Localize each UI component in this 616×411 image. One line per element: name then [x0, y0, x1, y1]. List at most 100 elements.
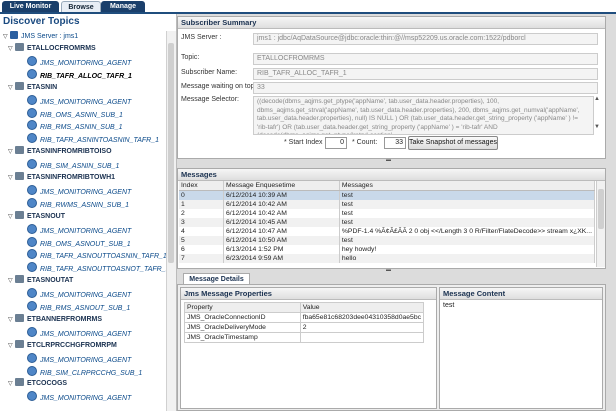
jms-properties-title: Jms Message Properties: [181, 288, 436, 300]
table-cell: test: [339, 190, 596, 200]
count-input[interactable]: 33: [384, 137, 406, 149]
table-row[interactable]: JMS_OracleTimestamp: [184, 332, 425, 343]
collapse-toggle-icon[interactable]: ▽: [8, 314, 15, 326]
tree-topic-node[interactable]: ▽ ETASNOUT: [8, 210, 65, 223]
tree-node-label: JMS_MONITORING_AGENT: [40, 59, 132, 67]
waiting-count-field[interactable]: 33: [253, 82, 598, 94]
scroll-up-icon[interactable]: ▲: [594, 96, 600, 102]
tree-subscriber-node[interactable]: JMS_MONITORING_AGENT: [20, 326, 131, 339]
tree-subscriber-node[interactable]: JMS_MONITORING_AGENT: [20, 184, 131, 197]
table-cell: 6: [179, 245, 225, 254]
subscriber-icon: [27, 365, 37, 376]
collapse-toggle-icon[interactable]: ▽: [8, 211, 15, 223]
collapse-toggle-icon[interactable]: ▽: [8, 146, 15, 158]
tree-topic-node[interactable]: ▽ ETASNIN: [8, 81, 57, 94]
tree-subscriber-node[interactable]: JMS_MONITORING_AGENT: [20, 391, 131, 403]
tree-topic-node[interactable]: ▽ ETASNOUTAT: [8, 275, 73, 287]
table-row[interactable]: 2 6/12/2014 10:42 AM test: [179, 209, 596, 218]
collapse-toggle-icon[interactable]: ▽: [8, 275, 15, 287]
discover-topics-panel: Discover Topics ▽ JMS Server : jms1 ▽ ETAL…: [0, 14, 177, 411]
subscriber-summary-title: Subscriber Summary: [178, 17, 605, 29]
tree-subscriber-node[interactable]: RIB_OMS_ASNIN_SUB_1: [20, 107, 123, 120]
table-row[interactable]: JMS_OracleConnectionID fba65e81c68203dee0…: [184, 312, 425, 323]
tree-subscriber-node[interactable]: JMS_MONITORING_AGENT: [20, 55, 132, 68]
column-header[interactable]: Index: [179, 181, 225, 191]
jms-server-field[interactable]: jms1 : jdbc/AqDataSource@jdbc:oracle:thi…: [253, 33, 598, 45]
tree-subscriber-node[interactable]: RIB_RMS_ASNOUT_SUB_1: [20, 301, 130, 313]
tree-subscriber-node[interactable]: JMS_MONITORING_AGENT: [20, 223, 131, 236]
column-header[interactable]: Message Enquesetime: [223, 181, 340, 191]
tree-node-label: ETCLRPRCCHGFROMRPM: [27, 341, 117, 349]
start-index-input[interactable]: 0: [325, 137, 347, 149]
tree-node-label: ETCOCOGS: [27, 380, 68, 388]
tree-topic-node[interactable]: ▽ ETCOCOGS: [8, 378, 67, 390]
table-cell: JMS_OracleTimestamp: [184, 332, 301, 343]
topic-icon: [15, 275, 24, 284]
tree-subscriber-node[interactable]: RIB_RMS_ASNIN_SUB_1: [20, 120, 122, 132]
tree-subscriber-node[interactable]: RIB_RWMS_ASNIN_SUB_1: [20, 197, 129, 210]
tree-topic-node[interactable]: ▽ ETASNINFROMRIBTOISO: [8, 146, 112, 158]
tab-live-monitor[interactable]: Live Monitor: [2, 1, 59, 12]
table-cell: fba65e81c68203dee04310358d0ae5bc: [299, 312, 425, 323]
tree-node-label: RIB_SIM_ASNIN_SUB_1: [40, 163, 120, 171]
topic-icon: [15, 81, 24, 90]
collapse-toggle-icon[interactable]: ▽: [8, 378, 15, 390]
tree-subscriber-node[interactable]: JMS_MONITORING_AGENT: [20, 288, 131, 300]
table-row[interactable]: 4 6/12/2014 10:47 AM %PDF-1.4 %Ã¢Ã£ÃÃ 2 0 …: [179, 227, 596, 236]
collapse-toggle-icon[interactable]: ▽: [8, 340, 15, 352]
top-tab-bar: Live Monitor Browse Manage: [0, 0, 616, 13]
table-row[interactable]: 6 6/13/2014 1:52 PM hey howdy!: [179, 245, 596, 254]
topic-field[interactable]: ETALLOCFROMRMS: [253, 53, 598, 65]
tree-topic-node[interactable]: ▽ ETALLOCFROMRMS: [8, 43, 96, 55]
message-selector-field[interactable]: ((decode(dbms_aqjms.get_ptype('appName',…: [253, 96, 594, 135]
subscriber-name-label: Subscriber Name:: [181, 69, 238, 76]
table-row[interactable]: JMS_OracleDeliveryMode 2: [184, 322, 425, 333]
collapse-toggle-icon[interactable]: ▽: [3, 31, 10, 43]
tree-subscriber-node[interactable]: JMS_MONITORING_AGENT: [20, 352, 131, 365]
tree-scrollbar[interactable]: [166, 31, 176, 411]
column-header[interactable]: Value: [299, 302, 425, 313]
table-row[interactable]: 3 6/12/2014 10:45 AM test: [179, 218, 596, 227]
take-snapshot-button[interactable]: Take Snapshot of messages: [408, 136, 498, 150]
tree-subscriber-node[interactable]: RIB_OMS_ASNOUT_SUB_1: [20, 236, 131, 249]
subscriber-icon: [27, 94, 37, 105]
tree-subscriber-node[interactable]: RIB_TAFR_ALLOC_TAFR_1: [20, 68, 132, 81]
collapse-toggle-icon[interactable]: ▽: [8, 82, 15, 94]
scroll-down-icon[interactable]: ▼: [594, 124, 600, 130]
column-header[interactable]: Property: [184, 302, 301, 313]
subscriber-icon: [27, 262, 37, 273]
messages-scrollbar[interactable]: [596, 181, 605, 267]
tree-subscriber-node[interactable]: JMS_MONITORING_AGENT: [20, 94, 131, 107]
tree-node-label: ETALLOCFROMRMS: [27, 45, 96, 52]
collapse-toggle-icon[interactable]: ▽: [8, 43, 15, 55]
splitter-handle-icon[interactable]: ▬: [386, 157, 391, 163]
table-row[interactable]: 7 6/23/2014 9:59 AM hello: [179, 254, 596, 263]
tree-subscriber-node[interactable]: RIB_TAFR_ASNOUTTOASNIN_TAFR_1: [20, 249, 166, 261]
message-content-text: test: [443, 302, 455, 309]
tree-server-node[interactable]: ▽ JMS Server : jms1: [3, 31, 78, 43]
subscriber-name-field[interactable]: RIB_TAFR_ALLOC_TAFR_1: [253, 68, 598, 80]
table-cell: 5: [179, 236, 225, 245]
tree-subscriber-node[interactable]: RIB_TAFR_ASNOUTTOASNOT_TAFR_1: [20, 262, 166, 274]
tree-subscriber-node[interactable]: RIB_SIM_CLRPRCCHG_SUB_1: [20, 365, 142, 378]
tree-subscriber-node[interactable]: RIB_SIM_ASNIN_SUB_1: [20, 159, 119, 171]
table-row[interactable]: 1 6/12/2014 10:42 AM test: [179, 200, 596, 209]
scrollbar-thumb[interactable]: [598, 189, 604, 229]
table-cell: test: [339, 236, 596, 245]
topic-icon: [15, 339, 24, 348]
tree-subscriber-node[interactable]: RIB_TAFR_ASNINTOASNIN_TAFR_1: [20, 133, 159, 145]
collapse-toggle-icon[interactable]: ▽: [8, 172, 15, 184]
table-row[interactable]: 5 6/12/2014 10:50 AM test: [179, 236, 596, 245]
splitter-handle-icon[interactable]: ▬: [386, 267, 391, 273]
table-cell: 3: [179, 218, 225, 227]
scrollbar-thumb[interactable]: [168, 43, 174, 263]
selector-label: Message Selector:: [181, 96, 239, 103]
tree-topic-node[interactable]: ▽ ETASNINFROMRIBTOWH1: [8, 172, 115, 184]
tree-topic-node[interactable]: ▽ ETBANNERFROMRMS: [8, 313, 102, 326]
waiting-label: Message waiting on topic:: [181, 83, 262, 90]
tab-manage[interactable]: Manage: [101, 1, 145, 12]
table-row[interactable]: 0 6/12/2014 10:39 AM test: [179, 190, 596, 200]
tree-node-label: ETASNINFROMRIBTOISO: [27, 148, 112, 156]
tree-topic-node[interactable]: ▽ ETCLRPRCCHGFROMRPM: [8, 339, 117, 352]
column-header[interactable]: Messages: [339, 181, 596, 191]
